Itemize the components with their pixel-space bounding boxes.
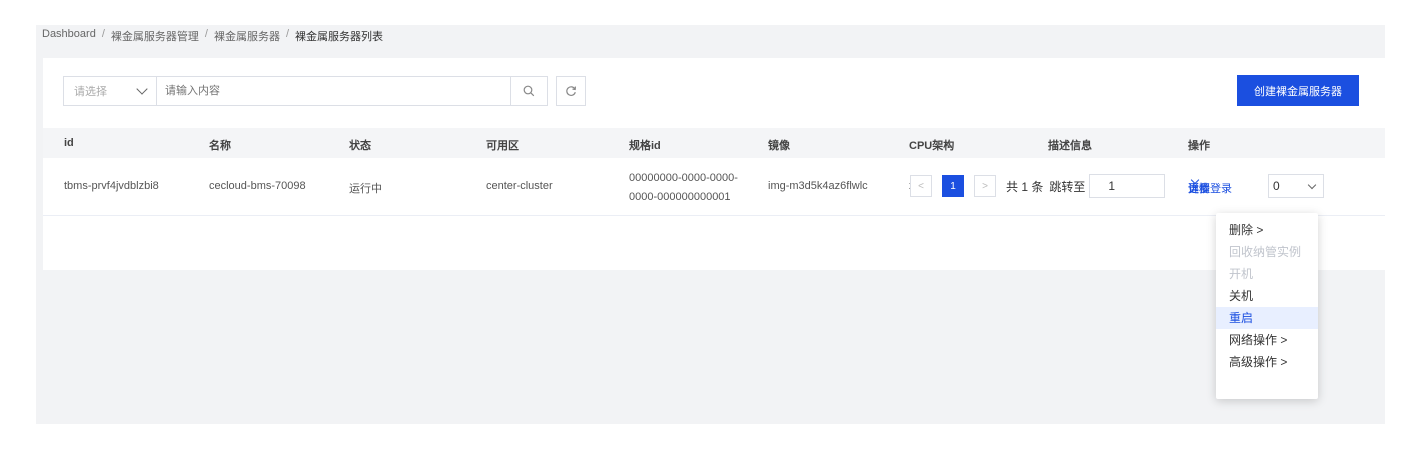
search-box: 请选择 — [63, 76, 548, 106]
search-button[interactable] — [510, 77, 547, 105]
more-label: 更多 — [1188, 183, 1210, 195]
menu-item-reboot[interactable]: 重启 — [1216, 307, 1318, 329]
cell-image: img-m3d5k4az6flwlc — [768, 180, 868, 192]
menu-item-network-ops[interactable]: 网络操作 > — [1216, 329, 1318, 351]
column-header-actions: 操作 — [1188, 140, 1210, 152]
breadcrumb-bms-management[interactable]: 裸金属服务器管理 — [111, 28, 199, 44]
next-page-button[interactable]: > — [974, 175, 996, 197]
field-select-placeholder: 请选择 — [74, 86, 107, 98]
jump-page-input[interactable]: 1 — [1089, 174, 1166, 198]
column-header-zone: 可用区 — [486, 140, 519, 152]
breadcrumb-separator: / — [101, 28, 105, 40]
column-header-name: 名称 — [209, 140, 231, 152]
menu-item-advanced-ops[interactable]: 高级操作 > — [1216, 351, 1318, 373]
table-row: tbms-prvf4jvdblzbi8 cecloud-bms-70098 运行… — [43, 158, 1385, 216]
chevron-down-icon — [136, 83, 148, 95]
breadcrumb-separator: / — [204, 28, 208, 40]
jump-label: 跳转至 — [1049, 179, 1086, 194]
column-header-status: 状态 — [349, 140, 371, 152]
page-size-value: 0 — [1273, 179, 1280, 193]
refresh-icon — [566, 86, 576, 96]
breadcrumb-separator: / — [285, 28, 290, 40]
column-header-image: 镜像 — [768, 140, 790, 152]
total-count: 共 1 条 — [1006, 179, 1044, 194]
cell-spec-id: 00000000-0000-0000-0000-000000000001 — [629, 172, 738, 203]
prev-page-button[interactable]: < — [910, 175, 932, 197]
menu-item-reclaim-instance: 回收纳管实例 — [1229, 245, 1302, 259]
breadcrumb-dashboard[interactable]: Dashboard — [42, 28, 96, 44]
breadcrumb-bms[interactable]: 裸金属服务器 — [214, 28, 280, 44]
more-actions-menu: 删除 > 回收纳管实例 开机 关机 重启 网络操作 > 高级操作 > — [1216, 213, 1318, 399]
page-size-select[interactable]: 0 — [1268, 174, 1324, 198]
search-icon — [523, 85, 535, 97]
column-header-spec-id: 规格id — [629, 140, 661, 152]
page-number-current[interactable]: 1 — [942, 175, 964, 197]
menu-item-delete[interactable]: 删除 > — [1216, 219, 1318, 241]
cell-zone: center-cluster — [486, 180, 553, 192]
refresh-button[interactable] — [556, 76, 586, 106]
search-input[interactable] — [157, 77, 510, 105]
toolbar: 请选择 — [63, 76, 586, 106]
chevron-down-icon — [1307, 180, 1317, 189]
menu-item-power-on: 开机 — [1229, 267, 1254, 281]
breadcrumb: Dashboard / 裸金属服务器管理 / 裸金属服务器 / 裸金属服务器列表 — [42, 28, 383, 44]
field-select[interactable]: 请选择 — [64, 77, 157, 105]
column-header-cpu-arch: CPU架构 — [909, 140, 955, 152]
page: Dashboard / 裸金属服务器管理 / 裸金属服务器 / 裸金属服务器列表… — [0, 0, 1420, 462]
list-card: 请选择 创建裸金属服务器 id 名称 状态 可用区 规格id 镜像 CPU架构 … — [43, 58, 1385, 270]
pagination: < 1 > 共 1 条 跳转至 1 — [910, 174, 1166, 198]
cell-name: cecloud-bms-70098 — [209, 180, 306, 192]
menu-item-power-off[interactable]: 关机 — [1216, 285, 1318, 307]
cell-id: tbms-prvf4jvdblzbi8 — [64, 180, 159, 192]
column-header-description: 描述信息 — [1048, 140, 1092, 152]
column-header-id: id — [64, 137, 74, 149]
cell-status: 运行中 — [349, 183, 382, 195]
breadcrumb-bms-list: 裸金属服务器列表 — [295, 31, 384, 43]
table-header: id 名称 状态 可用区 规格id 镜像 CPU架构 描述信息 操作 — [43, 128, 1385, 158]
create-bms-button[interactable]: 创建裸金属服务器 — [1237, 75, 1359, 106]
